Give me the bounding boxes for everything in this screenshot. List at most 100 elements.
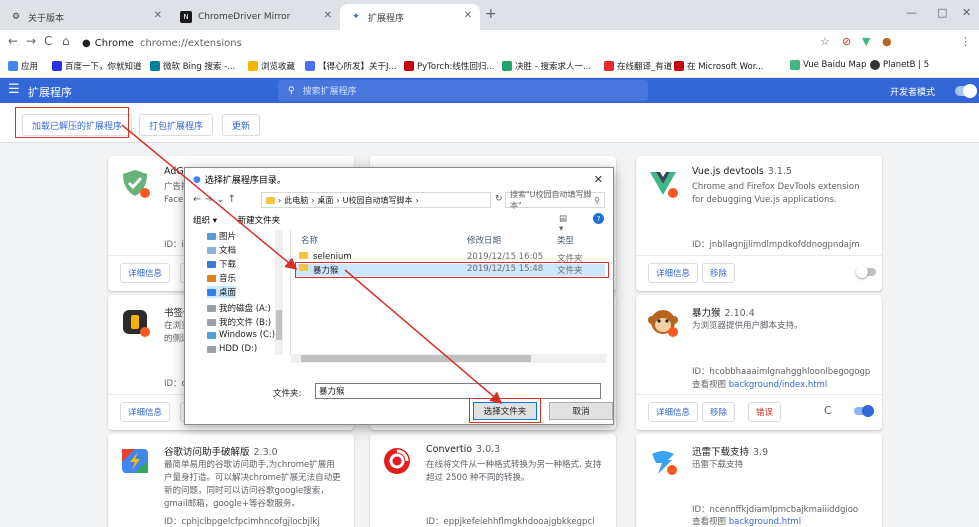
pictures-icon bbox=[207, 232, 216, 240]
maximize-button[interactable]: □ bbox=[937, 6, 947, 19]
tree-item-drive-a[interactable]: 我的磁盘 (A:) bbox=[207, 302, 271, 314]
new-tab-button[interactable]: + bbox=[485, 6, 497, 22]
details-button[interactable]: 详细信息 bbox=[648, 402, 699, 422]
address-bar[interactable]: ● Chrome chrome://extensions bbox=[82, 33, 802, 53]
close-icon[interactable]: ✕ bbox=[324, 10, 332, 21]
action-bar: 加载已解压的扩展程序 打包扩展程序 更新 bbox=[0, 103, 979, 143]
details-button[interactable]: 详细信息 bbox=[120, 263, 171, 283]
organize-button[interactable]: 组织 ▾ bbox=[193, 216, 217, 226]
tree-item-documents[interactable]: 文档 bbox=[207, 244, 236, 256]
nav-arrows[interactable]: ← → ⌄ ↑ bbox=[193, 194, 236, 205]
bookmark-apps[interactable]: 应用 bbox=[8, 60, 38, 72]
tab-about-version[interactable]: ⚙ 关于版本 ✕ bbox=[0, 4, 170, 30]
files-hscrollbar[interactable] bbox=[291, 354, 607, 363]
hamburger-icon[interactable]: ☰ bbox=[8, 82, 20, 97]
bookmark-word[interactable]: 在 Microsoft Wor... bbox=[674, 60, 764, 72]
extension-card-google-helper: 谷歌访问助手破解版 2.3.0 最简单易用的谷歌访问助手,为chrome扩展用户量… bbox=[108, 434, 354, 527]
extension-id: ID：jnbllagnjjlimdlmpdkofddnogpndajm bbox=[692, 240, 860, 250]
nav-scrollbar[interactable] bbox=[275, 230, 283, 355]
tree-item-downloads[interactable]: 下载 bbox=[207, 258, 236, 270]
reload-icon[interactable]: C bbox=[44, 34, 52, 48]
star-icon[interactable]: ☆ bbox=[820, 35, 830, 48]
extensions-header: ☰ 扩展程序 ⚲ 搜索扩展程序 开发者模式 bbox=[0, 78, 979, 103]
extension-version: 3.9 bbox=[753, 447, 769, 458]
dialog-close-icon[interactable]: ✕ bbox=[594, 173, 603, 186]
bookmark-folder[interactable]: 浏览收藏 bbox=[248, 60, 295, 72]
extension-version: 2.3.0 bbox=[253, 447, 278, 458]
close-icon[interactable]: ✕ bbox=[464, 10, 472, 21]
background-page-link[interactable]: background/index.html bbox=[729, 380, 827, 390]
site-icon bbox=[870, 60, 880, 70]
bookmark-planetb[interactable]: PlanetB | 5 bbox=[870, 60, 929, 70]
scroll-thumb[interactable] bbox=[276, 310, 282, 340]
adblock-icon[interactable]: ⊘ bbox=[842, 35, 851, 48]
details-button[interactable]: 详细信息 bbox=[648, 263, 699, 283]
column-date[interactable]: 修改日期 bbox=[467, 234, 501, 246]
column-name[interactable]: 名称 bbox=[301, 234, 318, 246]
back-icon[interactable]: ← bbox=[8, 34, 18, 48]
bookmarks-bar: 应用 百度一下，你就知道 微软 Bing 搜索 -... 浏览收藏 【得心所发】… bbox=[0, 56, 979, 78]
cancel-button[interactable]: 取消 bbox=[549, 402, 613, 420]
window-close-button[interactable]: ✕ bbox=[962, 6, 971, 19]
update-button[interactable]: 更新 bbox=[222, 114, 261, 136]
bookmark-bing[interactable]: 微软 Bing 搜索 -... bbox=[150, 60, 235, 72]
vue-icon[interactable]: ▼ bbox=[862, 35, 870, 48]
pack-extension-button[interactable]: 打包扩展程序 bbox=[139, 114, 214, 136]
tree-item-pictures[interactable]: 图片 bbox=[207, 230, 236, 242]
tree-item-desktop[interactable]: 桌面 bbox=[207, 286, 237, 298]
scroll-thumb[interactable] bbox=[301, 355, 531, 362]
refresh-icon[interactable]: ↻ bbox=[495, 194, 503, 204]
extension-search-input[interactable]: ⚲ 搜索扩展程序 bbox=[278, 80, 648, 101]
highlight-box bbox=[295, 262, 609, 278]
close-icon[interactable]: ✕ bbox=[154, 10, 162, 21]
remove-button[interactable]: 移除 bbox=[702, 263, 736, 283]
browser-toolbar: ← → C ⌂ ● Chrome chrome://extensions ☆ ⊘… bbox=[0, 30, 979, 56]
tree-item-music[interactable]: 音乐 bbox=[207, 272, 236, 284]
details-button[interactable]: 详细信息 bbox=[120, 402, 171, 422]
tree-item-drive-d[interactable]: HDD (D:) bbox=[207, 344, 257, 354]
extension-id: ID：ncennffkjdiamlpmcbajkmaiiiddgioo bbox=[692, 505, 859, 515]
documents-icon bbox=[207, 246, 216, 254]
bookmark-pytorch[interactable]: PyTorch:线性回归... bbox=[404, 60, 494, 72]
background-page-link[interactable]: background.html bbox=[729, 517, 801, 527]
tab-chromedriver[interactable]: N ChromeDriver Mirror ✕ bbox=[170, 4, 340, 30]
desktop-icon bbox=[207, 288, 216, 296]
dialog-search-input[interactable]: 搜索"U校园自动填写脚本" ⚲ bbox=[505, 190, 605, 210]
extension-description: 为浏览器提供用户脚本支持。 bbox=[692, 321, 803, 331]
bookmark-j[interactable]: 【得心所发】关于J... bbox=[305, 60, 397, 72]
monkey-icon[interactable]: ● bbox=[882, 35, 892, 48]
dev-mode-toggle[interactable] bbox=[955, 84, 977, 98]
tree-item-drive-b[interactable]: 我的文件 (B:) bbox=[207, 316, 271, 328]
bing-icon bbox=[150, 61, 160, 71]
reload-icon[interactable]: C bbox=[824, 404, 832, 417]
extension-name: Vue.js devtools bbox=[692, 166, 764, 177]
tree-item-drive-c[interactable]: Windows (C:) bbox=[207, 330, 275, 340]
tab-extensions[interactable]: ✦ 扩展程序 ✕ bbox=[340, 4, 480, 30]
vue-icon bbox=[648, 168, 678, 198]
bookmark-youdao[interactable]: 在线翻译_有道 bbox=[604, 60, 672, 72]
home-icon[interactable]: ⌂ bbox=[62, 34, 70, 48]
bookmark-baidu[interactable]: 百度一下，你就知道 bbox=[52, 60, 142, 72]
extension-id: ID：cphjclbpgelcfpcimhncofgjlocbjlkj bbox=[164, 517, 320, 527]
view-icon[interactable]: ▤ ▾ bbox=[559, 214, 567, 234]
menu-icon[interactable]: ⋮ bbox=[960, 35, 971, 48]
help-icon[interactable]: ? bbox=[593, 213, 604, 224]
extension-version: 2.10.4 bbox=[724, 308, 755, 319]
minimize-button[interactable]: — bbox=[906, 6, 917, 19]
enable-toggle[interactable] bbox=[856, 266, 876, 278]
site-icon bbox=[305, 61, 315, 71]
bookmark-vue-baidu[interactable]: Vue Baidu Map bbox=[790, 60, 866, 70]
inspect-views: 查看视图 background/index.html bbox=[692, 380, 828, 390]
enable-toggle[interactable] bbox=[854, 405, 874, 417]
dev-mode-label: 开发者模式 bbox=[890, 88, 936, 98]
path-breadcrumb[interactable]: › 此电脑 › 桌面 › U校园自动填写脚本 › bbox=[261, 192, 491, 208]
folder-name-input[interactable]: 暴力猴 bbox=[315, 383, 601, 399]
remove-button[interactable]: 移除 bbox=[702, 402, 736, 422]
new-folder-button[interactable]: 新建文件夹 bbox=[238, 216, 281, 226]
column-type[interactable]: 类型 bbox=[557, 234, 574, 246]
extension-description: 在线将文件从一种格式转换为另一种格式. 支持超过 2500 种不同的转换。 bbox=[426, 460, 602, 483]
errors-button[interactable]: 错误 bbox=[748, 402, 782, 422]
bookmark-search[interactable]: 决胜 - 搜索求人一... bbox=[502, 60, 591, 72]
forward-icon[interactable]: → bbox=[26, 34, 36, 48]
extension-name-row: 迅雷下载支持 3.9 bbox=[692, 444, 768, 458]
